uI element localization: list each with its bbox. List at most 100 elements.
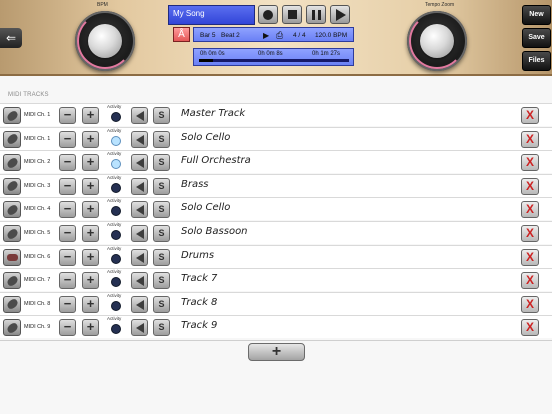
tempo-zoom-knob[interactable] bbox=[407, 11, 467, 71]
mute-button[interactable] bbox=[131, 295, 148, 313]
volume-down-button[interactable]: − bbox=[59, 154, 76, 172]
volume-up-button[interactable]: + bbox=[82, 154, 99, 172]
track-row[interactable]: MIDI Ch. 3 − + Activity S Brass X bbox=[0, 173, 552, 197]
track-name[interactable]: Full Orchestra bbox=[181, 155, 251, 166]
mute-button[interactable] bbox=[131, 130, 148, 148]
volume-down-button[interactable]: − bbox=[59, 201, 76, 219]
volume-up-button[interactable]: + bbox=[82, 248, 99, 266]
save-button[interactable]: Save bbox=[522, 28, 551, 48]
track-row[interactable]: MIDI Ch. 6 − + Activity S Drums X bbox=[0, 244, 552, 268]
volume-up-button[interactable]: + bbox=[82, 107, 99, 124]
mute-button[interactable] bbox=[131, 107, 148, 124]
volume-up-button[interactable]: + bbox=[82, 272, 99, 290]
volume-down-button[interactable]: − bbox=[59, 272, 76, 290]
delete-track-button[interactable]: X bbox=[521, 154, 539, 172]
volume-down-button[interactable]: − bbox=[59, 295, 76, 313]
back-button[interactable]: ⇐ bbox=[0, 28, 22, 48]
solo-button[interactable]: S bbox=[153, 225, 170, 242]
delete-track-button[interactable]: X bbox=[521, 225, 539, 242]
track-row[interactable]: MIDI Ch. 5 − + Activity S Solo Bassoon X bbox=[0, 221, 552, 244]
volume-up-button[interactable]: + bbox=[82, 319, 99, 337]
delete-track-button[interactable]: X bbox=[521, 201, 539, 219]
volume-down-button[interactable]: − bbox=[59, 177, 76, 195]
volume-down-button[interactable]: − bbox=[59, 130, 76, 148]
solo-button[interactable]: S bbox=[153, 272, 170, 290]
volume-down-button[interactable]: − bbox=[59, 319, 76, 337]
solo-button[interactable]: S bbox=[153, 154, 170, 172]
stop-button[interactable] bbox=[282, 5, 302, 24]
volume-down-button[interactable]: − bbox=[59, 107, 76, 124]
track-row[interactable]: MIDI Ch. 9 − + Activity S Track 9 X bbox=[0, 315, 552, 339]
volume-down-button[interactable]: − bbox=[59, 248, 76, 266]
new-button[interactable]: New bbox=[522, 5, 551, 25]
volume-up-button[interactable]: + bbox=[82, 295, 99, 313]
mute-button[interactable] bbox=[131, 154, 148, 172]
solo-button[interactable]: S bbox=[153, 319, 170, 337]
track-name[interactable]: Track 7 bbox=[181, 273, 217, 284]
mute-button[interactable] bbox=[131, 248, 148, 266]
violin-icon[interactable] bbox=[3, 201, 21, 219]
files-button[interactable]: Files bbox=[522, 51, 551, 71]
track-row[interactable]: MIDI Ch. 1 − + Activity S Master Track X bbox=[0, 103, 552, 126]
violin-icon[interactable] bbox=[3, 319, 21, 337]
delete-track-button[interactable]: X bbox=[521, 130, 539, 148]
delete-track-button[interactable]: X bbox=[521, 177, 539, 195]
solo-button[interactable]: S bbox=[153, 295, 170, 313]
mute-button[interactable] bbox=[131, 201, 148, 219]
track-name[interactable]: Master Track bbox=[181, 108, 245, 119]
track-name[interactable]: Brass bbox=[181, 179, 209, 190]
track-row[interactable]: MIDI Ch. 4 − + Activity S Solo Cello X bbox=[0, 197, 552, 221]
play-button[interactable] bbox=[330, 5, 350, 24]
violin-icon[interactable] bbox=[3, 272, 21, 290]
delete-track-button[interactable]: X bbox=[521, 107, 539, 124]
add-track-button[interactable]: + bbox=[248, 343, 305, 361]
track-row[interactable]: MIDI Ch. 2 − + Activity S Full Orchestra… bbox=[0, 150, 552, 174]
delete-track-button[interactable]: X bbox=[521, 272, 539, 290]
violin-icon[interactable] bbox=[3, 177, 21, 195]
track-name[interactable]: Solo Cello bbox=[181, 202, 230, 213]
violin-icon[interactable] bbox=[3, 225, 21, 242]
activity-label: Activity bbox=[107, 269, 122, 275]
solo-button[interactable]: S bbox=[153, 177, 170, 195]
track-name[interactable]: Drums bbox=[181, 250, 214, 261]
violin-icon[interactable] bbox=[3, 295, 21, 313]
solo-button[interactable]: S bbox=[153, 107, 170, 124]
mute-button[interactable] bbox=[131, 177, 148, 195]
mute-button[interactable] bbox=[131, 272, 148, 290]
delete-track-button[interactable]: X bbox=[521, 248, 539, 266]
record-button[interactable] bbox=[258, 5, 278, 24]
violin-icon[interactable] bbox=[3, 130, 21, 148]
activity-indicator bbox=[111, 112, 121, 122]
delete-track-button[interactable]: X bbox=[521, 319, 539, 337]
solo-button[interactable]: S bbox=[153, 130, 170, 148]
violin-icon[interactable] bbox=[3, 154, 21, 172]
drum-icon[interactable] bbox=[3, 248, 21, 266]
violin-icon[interactable] bbox=[3, 107, 21, 124]
export-icon[interactable]: ⎙ bbox=[276, 30, 283, 41]
volume-up-button[interactable]: + bbox=[82, 201, 99, 219]
track-row[interactable]: MIDI Ch. 7 − + Activity S Track 7 X bbox=[0, 268, 552, 292]
volume-up-button[interactable]: + bbox=[82, 177, 99, 195]
playback-scrubber[interactable] bbox=[199, 59, 349, 62]
solo-button[interactable]: S bbox=[153, 201, 170, 219]
mute-button[interactable] bbox=[131, 319, 148, 337]
volume-down-button[interactable]: − bbox=[59, 225, 76, 242]
pause-button[interactable] bbox=[306, 5, 326, 24]
track-row[interactable]: MIDI Ch. 1 − + Activity S Solo Cello X bbox=[0, 126, 552, 150]
track-name[interactable]: Solo Cello bbox=[181, 132, 230, 143]
activity-label: Activity bbox=[107, 222, 122, 227]
song-name-field[interactable]: My Song bbox=[168, 5, 255, 25]
activity-indicator bbox=[111, 324, 121, 335]
track-name[interactable]: Solo Bassoon bbox=[181, 226, 248, 237]
mute-button[interactable] bbox=[131, 225, 148, 242]
delete-track-button[interactable]: X bbox=[521, 295, 539, 313]
volume-up-button[interactable]: + bbox=[82, 130, 99, 148]
volume-up-button[interactable]: + bbox=[82, 225, 99, 242]
track-name[interactable]: Track 8 bbox=[181, 297, 217, 308]
play-icon[interactable]: ▶ bbox=[263, 31, 269, 40]
track-name[interactable]: Track 9 bbox=[181, 320, 217, 331]
metronome-icon[interactable]: Å bbox=[173, 27, 190, 42]
track-row[interactable]: MIDI Ch. 8 − + Activity S Track 8 X bbox=[0, 291, 552, 315]
bpm-knob[interactable] bbox=[75, 11, 135, 71]
solo-button[interactable]: S bbox=[153, 248, 170, 266]
